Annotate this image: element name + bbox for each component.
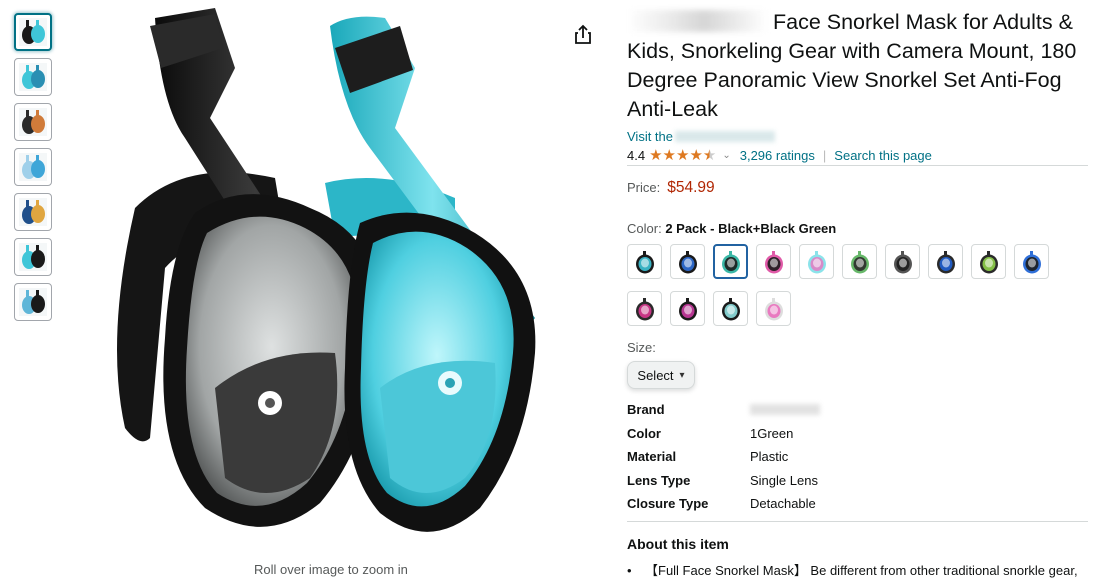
color-swatch-7[interactable] [885, 244, 920, 279]
price-row: Price: $54.99 [627, 179, 1088, 197]
about-bullet: • 【Full Face Snorkel Mask】 Be different … [627, 562, 1088, 580]
divider [627, 165, 1088, 166]
ratings-row: 4.4 ★ ★ ★ ★ ★ ⌄ 3,296 ratings | Search t… [627, 146, 1088, 164]
spec-key: Brand [627, 402, 665, 418]
main-product-image[interactable] [95, 8, 570, 560]
color-value: 2 Pack - Black+Black Green [665, 221, 837, 236]
thumbnail-image [19, 63, 47, 91]
thumbnail-image [19, 18, 47, 46]
thumbnail-image [19, 243, 47, 271]
swatch-mask-image [635, 297, 654, 320]
price-label: Price: [627, 180, 661, 195]
share-icon[interactable] [573, 24, 593, 46]
thumbnail-5[interactable] [14, 193, 52, 231]
size-dropdown[interactable]: Select ▾ [627, 361, 695, 389]
swatch-mask-image [678, 250, 697, 273]
spec-key: Closure Type [627, 496, 709, 512]
spec-key: Lens Type [627, 472, 691, 488]
thumbnail-4[interactable] [14, 148, 52, 186]
color-swatch-1[interactable] [627, 244, 662, 279]
color-swatch-6[interactable] [842, 244, 877, 279]
color-swatch-11[interactable] [627, 291, 662, 326]
ratings-count-link[interactable]: 3,296 ratings [740, 148, 815, 163]
snorkel-masks-illustration [117, 8, 536, 532]
color-row: Color: 2 Pack - Black+Black Green [627, 221, 1088, 236]
color-swatch-10[interactable] [1014, 244, 1049, 279]
thumbnail-image [19, 108, 47, 136]
thumbnail-1[interactable] [14, 13, 52, 51]
chevron-down-icon: ▾ [679, 369, 685, 381]
color-swatch-12[interactable] [670, 291, 705, 326]
color-label: Color: [627, 221, 662, 236]
swatch-mask-image [979, 250, 998, 273]
star-icon: ★ [649, 146, 663, 164]
star-rating[interactable]: ★ ★ ★ ★ ★ [649, 148, 716, 163]
zoom-hint: Roll over image to zoom in [254, 562, 408, 577]
swatch-mask-image [721, 297, 740, 320]
size-label: Size: [627, 340, 656, 355]
star-icon: ★ [689, 146, 703, 164]
spec-row: Material Plastic [627, 445, 1088, 469]
color-swatch-8[interactable] [928, 244, 963, 279]
spec-row: Color 1Green [627, 422, 1088, 446]
thumbnail-2[interactable] [14, 58, 52, 96]
color-swatch-14[interactable] [756, 291, 791, 326]
swatch-mask-image [807, 250, 826, 273]
color-swatch-4[interactable] [756, 244, 791, 279]
half-star-icon: ★ [702, 146, 717, 164]
swatch-mask-image [764, 250, 783, 273]
star-icon: ★ [662, 146, 676, 164]
obscured-brand-name [627, 10, 767, 32]
spec-row: Lens Type Single Lens [627, 469, 1088, 493]
thumbnail-6[interactable] [14, 238, 52, 276]
star-icon: ★ [675, 146, 690, 164]
swatch-mask-image [764, 297, 783, 320]
thumbnail-3[interactable] [14, 103, 52, 141]
thumbnail-7[interactable] [14, 283, 52, 321]
store-link-prefix: Visit the [627, 128, 674, 144]
spec-key: Color [627, 425, 661, 441]
thumbnail-image [19, 198, 47, 226]
product-details: Face Snorkel Mask for Adults & Kids, Sno… [627, 0, 1088, 580]
color-swatch-2[interactable] [670, 244, 705, 279]
spec-row: Brand [627, 398, 1088, 422]
thumbnail-strip [14, 13, 52, 328]
product-title: Face Snorkel Mask for Adults & Kids, Sno… [627, 8, 1088, 124]
thumbnail-image [19, 153, 47, 181]
store-link[interactable]: Visit the [627, 128, 1088, 144]
color-swatch-9[interactable] [971, 244, 1006, 279]
spec-value: 1Green [750, 425, 794, 441]
search-this-page-link[interactable]: Search this page [834, 148, 932, 163]
swatch-mask-image [635, 250, 654, 273]
spec-value: Detachable [750, 496, 816, 512]
price: $54.99 [667, 179, 715, 196]
obscured-brand-value [750, 404, 820, 416]
swatch-mask-image [936, 250, 955, 273]
about-bullet-text: 【Full Face Snorkel Mask】 Be different fr… [645, 562, 1078, 578]
product-spec-table: Brand Color 1Green Material Plastic Lens Type… [627, 398, 1088, 516]
spec-key: Material [627, 449, 677, 465]
bullet-dot: • [627, 562, 632, 578]
swatch-mask-image [721, 250, 740, 273]
spec-value: Single Lens [750, 472, 818, 488]
color-swatches [627, 244, 1067, 338]
thumbnail-image [19, 288, 47, 316]
swatch-mask-image [850, 250, 869, 273]
swatch-mask-image [678, 297, 697, 320]
chevron-down-icon[interactable]: ⌄ [722, 150, 730, 161]
divider [627, 520, 1088, 522]
rating-value: 4.4 [627, 147, 646, 163]
color-swatch-3[interactable] [713, 244, 748, 279]
size-dropdown-value: Select [637, 367, 674, 383]
spec-row: Closure Type Detachable [627, 492, 1088, 516]
separator: | [822, 147, 827, 163]
color-swatch-5[interactable] [799, 244, 834, 279]
obscured-store-name [675, 130, 776, 142]
swatch-mask-image [893, 250, 912, 273]
color-swatch-13[interactable] [713, 291, 748, 326]
about-this-item-heading: About this item [627, 535, 729, 552]
swatch-mask-image [1022, 250, 1041, 273]
spec-value: Plastic [750, 449, 789, 465]
